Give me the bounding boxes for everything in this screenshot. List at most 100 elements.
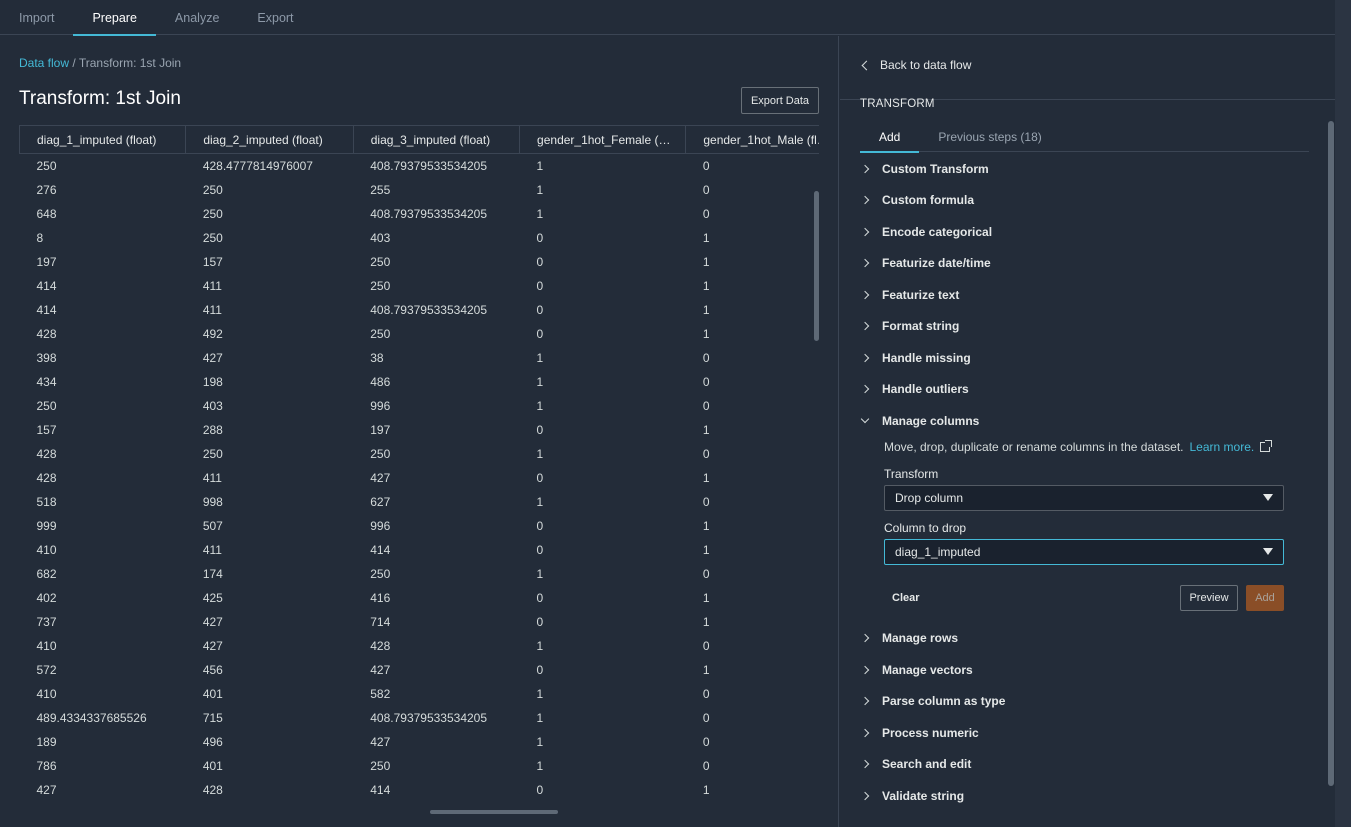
transform-item-manage-rows[interactable]: Manage rows — [860, 623, 1309, 655]
table-cell: 8 — [36, 230, 44, 245]
table-vertical-scrollbar[interactable] — [814, 191, 819, 341]
transform-select[interactable]: Drop column — [884, 484, 1284, 511]
data-table: diag_1_imputed (float) diag_2_imputed (fl… — [19, 125, 819, 802]
table-row: 434198486100 — [20, 370, 820, 394]
table-cell: 410 — [36, 638, 57, 653]
table-cell: 1 — [702, 542, 710, 557]
column-header[interactable]: gender_1hot_Female (… — [519, 125, 687, 154]
table-cell: 250 — [202, 446, 223, 461]
table-cell: 0 — [536, 614, 544, 629]
table-row: 8250403010 — [20, 226, 820, 250]
transform-item-label: Process numeric — [882, 725, 979, 740]
table-cell: 1 — [702, 278, 710, 293]
table-cell: 1 — [536, 734, 544, 749]
table-cell: 408.79379533534205 — [370, 302, 488, 317]
clear-button[interactable]: Clear — [884, 592, 928, 604]
learn-more-link[interactable]: Learn more. — [1190, 440, 1255, 454]
column-header[interactable]: gender_1hot_Male (fl… — [685, 125, 819, 154]
chevron-right-icon — [860, 196, 870, 205]
transform-item-featurize-text[interactable]: Featurize text — [860, 279, 1309, 311]
table-cell: 414 — [370, 782, 391, 797]
transform-item-featurize-date-time[interactable]: Featurize date/time — [860, 248, 1309, 280]
data-table-container: diag_1_imputed (float) diag_2_imputed (fl… — [19, 125, 819, 825]
tab-add[interactable]: Add — [860, 122, 920, 153]
table-row: 197157250010 — [20, 250, 820, 274]
panel-scrollbar[interactable] — [1328, 121, 1334, 786]
add-button[interactable]: Add — [1246, 584, 1284, 611]
top-tab-bar: Import Prepare Analyze Export — [0, 0, 1335, 36]
table-cell: 408.79379533534205 — [370, 206, 488, 221]
transform-item-encode-categorical[interactable]: Encode categorical — [860, 216, 1309, 248]
table-cell: 1 — [536, 374, 544, 389]
table-cell: 518 — [36, 494, 57, 509]
transform-item-custom-formula[interactable]: Custom formula — [860, 185, 1309, 217]
transform-item-format-string[interactable]: Format string — [860, 311, 1309, 343]
breadcrumb-data-flow-link[interactable]: Data flow — [19, 56, 69, 70]
transform-item-handle-outliers[interactable]: Handle outliers — [860, 374, 1309, 406]
preview-button[interactable]: Preview — [1180, 584, 1238, 611]
column-to-drop-select[interactable]: diag_1_imputed — [884, 538, 1284, 565]
table-cell: 403 — [202, 398, 223, 413]
transform-item-handle-missing[interactable]: Handle missing — [860, 342, 1309, 374]
transform-item-manage-vectors[interactable]: Manage vectors — [860, 654, 1309, 686]
transform-item-parse-column-as-type[interactable]: Parse column as type — [860, 686, 1309, 718]
transform-item-search-and-edit[interactable]: Search and edit — [860, 749, 1309, 781]
table-cell: 0 — [702, 494, 710, 509]
table-cell: 0 — [702, 398, 710, 413]
table-cell: 456 — [202, 662, 223, 677]
tab-prepare[interactable]: Prepare — [73, 0, 157, 36]
transform-item-validate-string[interactable]: Validate string — [860, 780, 1309, 812]
chevron-right-icon — [860, 164, 870, 173]
transform-item-label: Featurize text — [882, 287, 960, 302]
column-header[interactable]: diag_2_imputed (float) — [185, 125, 354, 154]
table-cell: 1 — [536, 350, 544, 365]
transform-item-custom-transform[interactable]: Custom Transform — [860, 153, 1309, 185]
table-cell: 434 — [36, 374, 57, 389]
chevron-right-icon — [860, 697, 870, 706]
export-data-button[interactable]: Export Data — [741, 87, 819, 114]
column-header[interactable]: diag_1_imputed (float) — [19, 125, 187, 154]
description-text: Move, drop, duplicate or rename columns … — [884, 439, 1184, 454]
transform-item-process-numeric[interactable]: Process numeric — [860, 717, 1309, 749]
table-cell: 489.4334337685526 — [36, 710, 147, 725]
transform-section-label: TRANSFORM — [860, 98, 935, 110]
table-cell: 0 — [536, 302, 544, 317]
table-cell: 398 — [36, 350, 57, 365]
back-link-label: Back to data flow — [880, 58, 972, 72]
table-cell: 0 — [536, 278, 544, 293]
transform-item-label: Validate string — [882, 788, 965, 803]
table-cell: 250 — [202, 230, 223, 245]
table-horizontal-scrollbar[interactable] — [430, 810, 558, 814]
table-cell: 998 — [202, 494, 223, 509]
transform-item-label: Handle missing — [882, 350, 971, 365]
tab-analyze[interactable]: Analyze — [156, 0, 238, 35]
tab-previous-steps[interactable]: Previous steps (18) — [919, 122, 1060, 152]
manage-columns-description: Move, drop, duplicate or rename columns … — [884, 437, 1284, 457]
table-cell: 427 — [202, 350, 223, 365]
table-cell: 0 — [702, 638, 710, 653]
table-cell: 0 — [536, 518, 544, 533]
table-cell: 1 — [702, 254, 710, 269]
column-header[interactable]: diag_3_imputed (float) — [353, 125, 521, 154]
table-cell: 0 — [702, 566, 710, 581]
back-to-data-flow-link[interactable]: Back to data flow — [860, 58, 971, 72]
transform-item-label: Encode categorical — [882, 224, 993, 239]
table-cell: 627 — [370, 494, 391, 509]
table-cell: 427 — [202, 614, 223, 629]
tab-export[interactable]: Export — [238, 0, 312, 35]
table-cell: 507 — [202, 518, 223, 533]
table-cell: 408.79379533534205 — [370, 710, 488, 725]
table-cell: 157 — [202, 254, 223, 269]
table-cell: 428.4777814976007 — [202, 158, 313, 173]
transform-item-label: Manage vectors — [882, 662, 973, 677]
table-cell: 0 — [702, 374, 710, 389]
table-cell: 416 — [370, 590, 391, 605]
table-row: 189496427100 — [20, 730, 820, 754]
table-cell: 996 — [370, 398, 391, 413]
table-cell: 250 — [370, 446, 391, 461]
tab-import[interactable]: Import — [0, 0, 73, 35]
table-row: 428250250100 — [20, 442, 820, 466]
transform-item-manage-columns[interactable]: Manage columns — [860, 405, 1309, 437]
table-cell: 288 — [202, 422, 223, 437]
transform-item-label: Handle outliers — [882, 382, 969, 397]
